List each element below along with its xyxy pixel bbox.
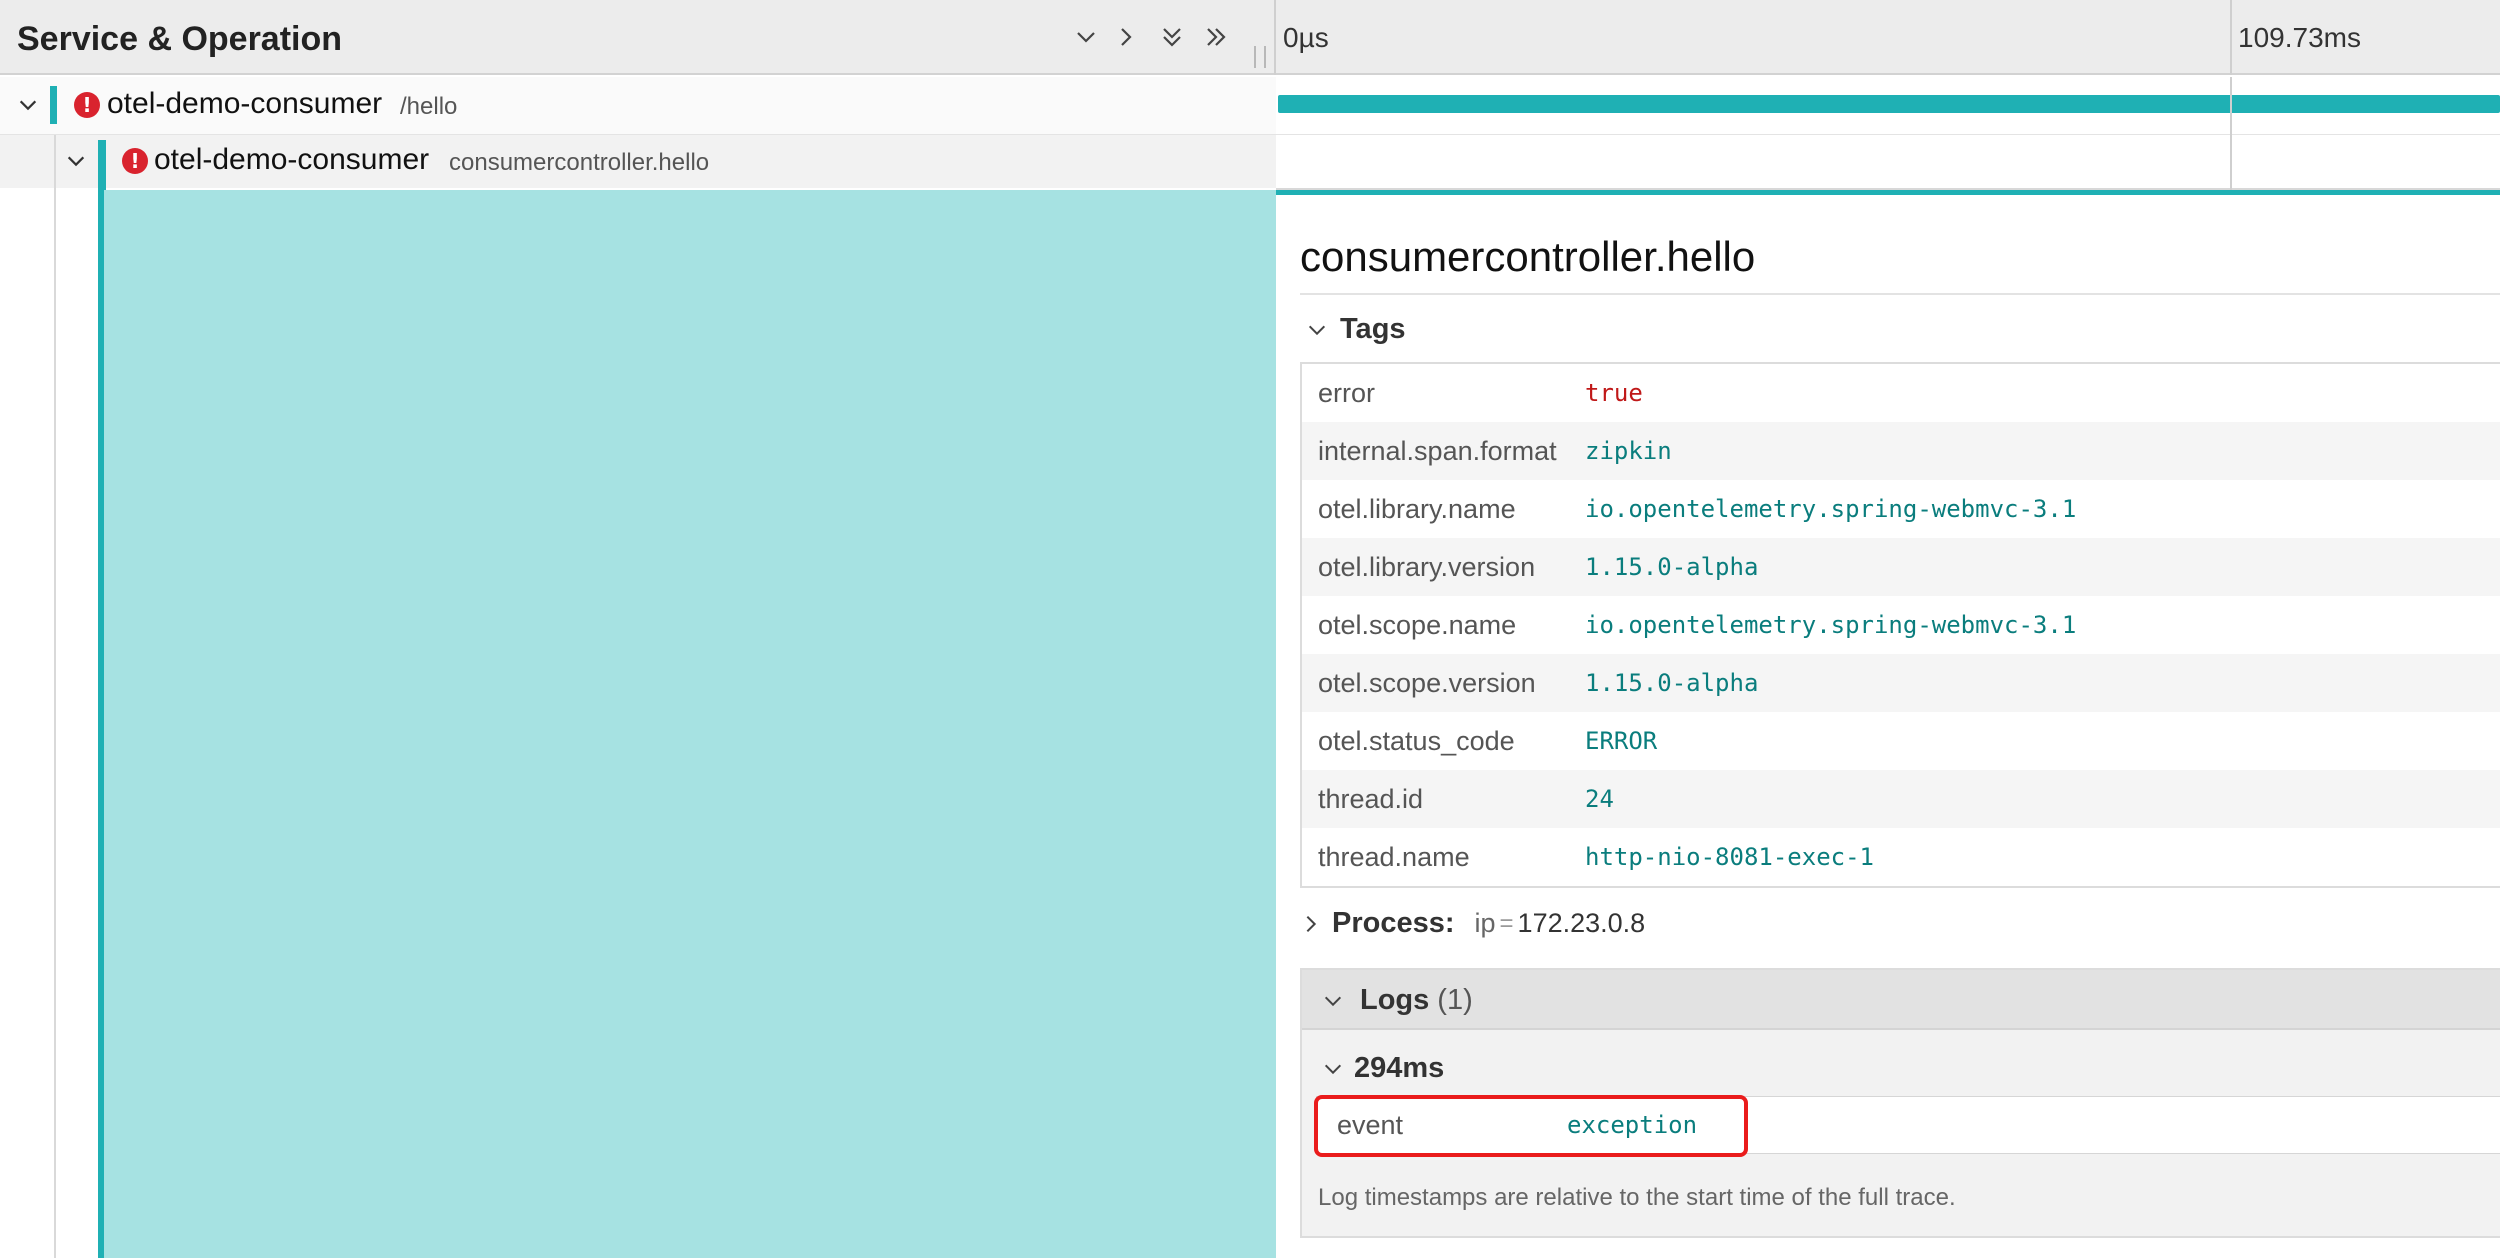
- logs-section: Logs (1) 294ms event exception Log times…: [1300, 968, 2500, 1238]
- table-row: internal.span.format zipkin: [1302, 422, 2500, 480]
- tag-key: otel.scope.name: [1318, 609, 1517, 640]
- timeline-tick-mid: 109.73ms: [2238, 22, 2361, 53]
- process-key: ip: [1474, 908, 1496, 938]
- table-row: otel.library.name io.opentelemetry.sprin…: [1302, 480, 2500, 538]
- double-chevron-right-icon: [1207, 28, 1226, 46]
- service-color-bar: [50, 86, 57, 124]
- tag-key: otel.library.name: [1318, 493, 1516, 524]
- timeline-tick-line: [2230, 0, 2232, 75]
- chevron-down-icon: [67, 156, 85, 167]
- tag-value: http-nio-8081-exec-1: [1585, 843, 1874, 871]
- error-icon: !: [122, 148, 148, 174]
- tag-key: otel.scope.version: [1318, 667, 1536, 698]
- chevron-down-icon: [1324, 996, 1342, 1006]
- table-row: otel.library.version 1.15.0-alpha: [1302, 538, 2500, 596]
- tags-section-toggle[interactable]: Tags: [1306, 313, 1406, 346]
- tree-guide-line: [54, 135, 56, 1258]
- process-equals: =: [1499, 909, 1514, 937]
- tag-key: otel.library.version: [1318, 551, 1536, 582]
- table-row: error true: [1302, 364, 2500, 422]
- highlight-annotation: [1314, 1095, 1748, 1157]
- tags-section-label: Tags: [1340, 313, 1406, 345]
- table-row: otel.scope.version 1.15.0-alpha: [1302, 654, 2500, 712]
- table-row: otel.status_code ERROR: [1302, 712, 2500, 770]
- trace-view: Service & Operation 0µs 109.73ms ! otel-…: [0, 0, 2500, 1258]
- tag-key: thread.id: [1318, 783, 1424, 814]
- chevron-down-icon: [19, 100, 37, 111]
- double-chevron-down-icon: [1163, 28, 1181, 47]
- process-section-toggle[interactable]: Process: ip = 172.23.0.8: [1300, 907, 1645, 940]
- log-entry-toggle[interactable]: 294ms: [1322, 1052, 1444, 1085]
- timeline-row-child[interactable]: [1276, 135, 2500, 190]
- tag-value: zipkin: [1585, 437, 1672, 465]
- chevron-down-icon: [1077, 32, 1095, 43]
- service-operation-header: Service & Operation: [0, 0, 1276, 75]
- tags-table: error true internal.span.format zipkin o…: [1300, 362, 2500, 888]
- table-row: otel.scope.name io.opentelemetry.spring-…: [1302, 596, 2500, 654]
- table-row: thread.id 24: [1302, 770, 2500, 828]
- row-service-name[interactable]: otel-demo-consumer: [154, 143, 429, 177]
- tag-value: 1.15.0-alpha: [1585, 669, 1759, 697]
- log-entry-time: 294ms: [1354, 1052, 1445, 1084]
- tag-key: thread.name: [1318, 841, 1470, 872]
- expand-all-button[interactable]: [1196, 16, 1236, 58]
- tag-value: 1.15.0-alpha: [1585, 553, 1759, 581]
- collapse-all-button[interactable]: [1152, 16, 1192, 58]
- row-operation-name[interactable]: consumercontroller.hello: [449, 149, 709, 177]
- chevron-right-icon: [1306, 915, 1317, 932]
- timeline-gridline: [2230, 77, 2232, 190]
- tag-value: io.opentelemetry.spring-webmvc-3.1: [1585, 495, 2077, 523]
- expand-one-button[interactable]: [1106, 16, 1146, 58]
- span-detail-backdrop: [104, 190, 1276, 1258]
- chevron-down-icon: [1308, 325, 1326, 335]
- chevron-right-icon: [1121, 28, 1132, 46]
- span-detail-title: consumercontroller.hello: [1300, 233, 1756, 280]
- logs-count: (1): [1437, 984, 1473, 1016]
- row-service-name[interactable]: otel-demo-consumer: [107, 87, 382, 121]
- logs-section-toggle[interactable]: Logs (1): [1302, 970, 2500, 1030]
- chevron-down-icon: [1324, 1064, 1342, 1074]
- collapse-one-button[interactable]: [1066, 16, 1106, 58]
- timeline-tick-start: 0µs: [1283, 22, 1329, 53]
- column-resize-handle[interactable]: [1254, 46, 1266, 68]
- logs-note: Log timestamps are relative to the start…: [1318, 1184, 1956, 1211]
- error-icon: !: [74, 92, 100, 118]
- span-detail-panel: consumercontroller.hello Tags error true…: [1276, 190, 2500, 1258]
- process-value: 172.23.0.8: [1517, 908, 1646, 938]
- tag-key: internal.span.format: [1318, 435, 1557, 466]
- tag-value: true: [1585, 379, 1643, 407]
- process-label: Process:: [1332, 907, 1455, 939]
- tag-value: io.opentelemetry.spring-webmvc-3.1: [1585, 611, 2077, 639]
- header-title: Service & Operation: [17, 20, 343, 58]
- tag-value: 24: [1585, 785, 1614, 813]
- tag-key: otel.status_code: [1318, 725, 1515, 756]
- row-operation-name[interactable]: /hello: [400, 93, 457, 121]
- logs-label: Logs: [1360, 984, 1430, 1016]
- table-row: thread.name http-nio-8081-exec-1: [1302, 828, 2500, 886]
- tag-key: error: [1318, 377, 1376, 408]
- tag-value: ERROR: [1585, 727, 1658, 755]
- logs-header[interactable]: Logs (1): [1322, 984, 1473, 1017]
- span-duration-bar[interactable]: [1278, 95, 2500, 113]
- row-toggle-child[interactable]: [61, 146, 91, 176]
- divider: [1300, 293, 2500, 295]
- trace-header: Service & Operation 0µs 109.73ms: [0, 0, 2500, 75]
- row-toggle-root[interactable]: [13, 90, 43, 120]
